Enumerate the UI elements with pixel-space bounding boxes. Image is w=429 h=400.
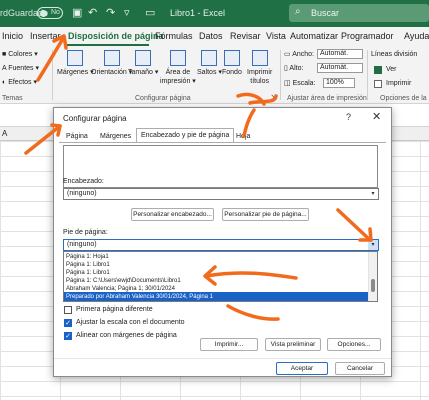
- margins-button[interactable]: Márgenes ▾: [57, 50, 94, 77]
- orientation-icon: [103, 50, 120, 66]
- height-label: ▯ Alto:: [284, 65, 304, 72]
- orientation-button[interactable]: Orientación ▾: [91, 50, 132, 77]
- print-button[interactable]: Imprimir...: [200, 338, 258, 351]
- gridlines-print-label: Imprimir: [386, 80, 412, 87]
- first-page-label: Primera página diferente: [76, 306, 153, 313]
- custom-footer-button[interactable]: Personalizar pie de página...: [222, 208, 309, 221]
- group-label-sheet-options: Opciones de la: [380, 95, 427, 102]
- breaks-button[interactable]: Saltos ▾: [197, 50, 222, 77]
- ribbon-tabs: Inicio Insertar Disposición de página Fó…: [0, 27, 429, 46]
- customize-toolbar-icon[interactable]: ▿: [124, 6, 130, 19]
- redo-icon[interactable]: ↷: [106, 6, 115, 19]
- breaks-icon: [201, 50, 218, 66]
- tab-disposicion-pagina[interactable]: Disposición de página: [68, 31, 164, 41]
- footer-options-list[interactable]: Página 1: Hoja1 Página 1: Libro1 Página …: [63, 251, 378, 302]
- scale-label: ◫ Escala:: [284, 80, 316, 87]
- print-area-button[interactable]: Área de impresión ▾: [160, 50, 196, 86]
- theme-fonts-button[interactable]: A Fuentes ▾: [2, 64, 39, 72]
- print-titles-button[interactable]: Imprimir títulos: [247, 50, 272, 86]
- print-area-icon: [169, 50, 186, 66]
- save-icon[interactable]: ▣: [72, 6, 82, 19]
- print-titles-icon: [251, 50, 268, 66]
- ribbon: ■ Colores ▾ A Fuentes ▾ ◐ Efectos ▾ Tema…: [0, 46, 429, 104]
- window-title: Libro1 - Excel: [170, 8, 226, 18]
- dialog-footer-divider: [54, 358, 391, 359]
- height-select[interactable]: Automát.: [317, 63, 363, 73]
- list-item-selected[interactable]: Preparado por Abraham Valencia 30/01/202…: [64, 292, 369, 301]
- theme-colors-button[interactable]: ■ Colores ▾: [2, 50, 38, 58]
- search-placeholder: Buscar: [311, 8, 340, 18]
- tab-insertar[interactable]: Insertar: [30, 31, 61, 41]
- ribbon-separator: [280, 50, 281, 100]
- cancel-button[interactable]: Cancelar: [335, 362, 385, 375]
- gridlines-label: Líneas división: [371, 51, 418, 58]
- group-label-themes: Temas: [2, 95, 23, 102]
- autosave-toggle[interactable]: No: [37, 7, 63, 19]
- footer-label: Pie de página:: [63, 229, 108, 236]
- theme-effects-button[interactable]: ◐ Efectos ▾: [2, 78, 37, 86]
- ribbon-separator: [52, 50, 53, 100]
- align-margins-checkbox[interactable]: ✓: [64, 332, 72, 340]
- header-select[interactable]: (ninguno) ▾: [63, 188, 379, 200]
- page-setup-launcher-icon[interactable]: ⇲: [271, 94, 276, 101]
- margins-icon: [67, 50, 84, 66]
- paper-size-icon: [135, 50, 152, 66]
- scale-with-document-label: Ajustar la escala con el documento: [76, 319, 185, 326]
- title-bar: rdGuardado No ▣ ↶ ↷ ▿ ▭ Libro1 - Excel ⌕…: [0, 0, 429, 27]
- list-scrollbar[interactable]: [368, 252, 377, 301]
- tab-automatizar[interactable]: Automatizar: [290, 31, 338, 41]
- width-select[interactable]: Automát.: [317, 49, 363, 59]
- scale-input[interactable]: 100%: [323, 78, 355, 88]
- footer-select[interactable]: (ninguno) ▾: [63, 239, 379, 251]
- search-icon: ⌕: [295, 6, 301, 17]
- options-button[interactable]: Opciones...: [327, 338, 381, 351]
- close-icon[interactable]: ✕: [372, 110, 381, 123]
- first-page-checkbox[interactable]: [64, 306, 72, 314]
- help-icon[interactable]: ?: [346, 112, 351, 122]
- tab-revisar[interactable]: Revisar: [230, 31, 261, 41]
- scale-icon: ◫: [284, 80, 293, 87]
- gridlines-view-label: Ver: [386, 66, 397, 73]
- tab-formulas[interactable]: Fórmulas: [155, 31, 193, 41]
- page-setup-dialog: Configurar página ? ✕ Página Márgenes En…: [53, 107, 392, 377]
- width-icon: ▭: [284, 51, 293, 58]
- group-label-fit: Ajustar área de impresión: [287, 95, 367, 102]
- column-header-a[interactable]: A: [2, 129, 7, 138]
- width-label: ▭ Ancho:: [284, 51, 314, 58]
- header-label: Encabezado:: [63, 178, 104, 185]
- size-button[interactable]: Tamaño ▾: [128, 50, 158, 77]
- tab-inicio[interactable]: Inicio: [2, 31, 23, 41]
- tab-datos[interactable]: Datos: [199, 31, 223, 41]
- group-label-page-setup: Configurar página: [135, 95, 191, 102]
- document-icon: ▭: [145, 7, 156, 19]
- align-margins-label: Alinear con márgenes de página: [76, 332, 177, 339]
- print-preview-button[interactable]: Vista preliminar: [265, 338, 321, 351]
- undo-icon[interactable]: ↶: [88, 6, 97, 19]
- ribbon-separator: [367, 50, 368, 100]
- background-button[interactable]: Fondo: [222, 50, 242, 77]
- tab-programador[interactable]: Programador: [341, 31, 394, 41]
- dialog-tab-encabezado-pie[interactable]: Encabezado y pie de página: [136, 128, 235, 143]
- custom-header-button[interactable]: Personalizar encabezado...: [131, 208, 214, 221]
- tab-vista[interactable]: Vista: [266, 31, 286, 41]
- dialog-title: Configurar página: [63, 114, 127, 123]
- scrollbar-thumb[interactable]: [371, 279, 375, 292]
- chevron-down-icon: ▾: [371, 191, 375, 197]
- gridlines-view-checkbox[interactable]: [374, 66, 382, 74]
- ok-button[interactable]: Aceptar: [276, 362, 328, 375]
- search-box[interactable]: ⌕ Buscar: [289, 4, 429, 22]
- gridlines-print-checkbox[interactable]: [374, 80, 382, 88]
- background-icon: [223, 50, 240, 66]
- tab-strip-line: [59, 142, 386, 143]
- scale-with-document-checkbox[interactable]: ✓: [64, 319, 72, 327]
- chevron-down-icon[interactable]: ▾: [368, 240, 378, 250]
- tab-ayuda[interactable]: Ayuda: [404, 31, 429, 41]
- header-preview: [63, 145, 378, 188]
